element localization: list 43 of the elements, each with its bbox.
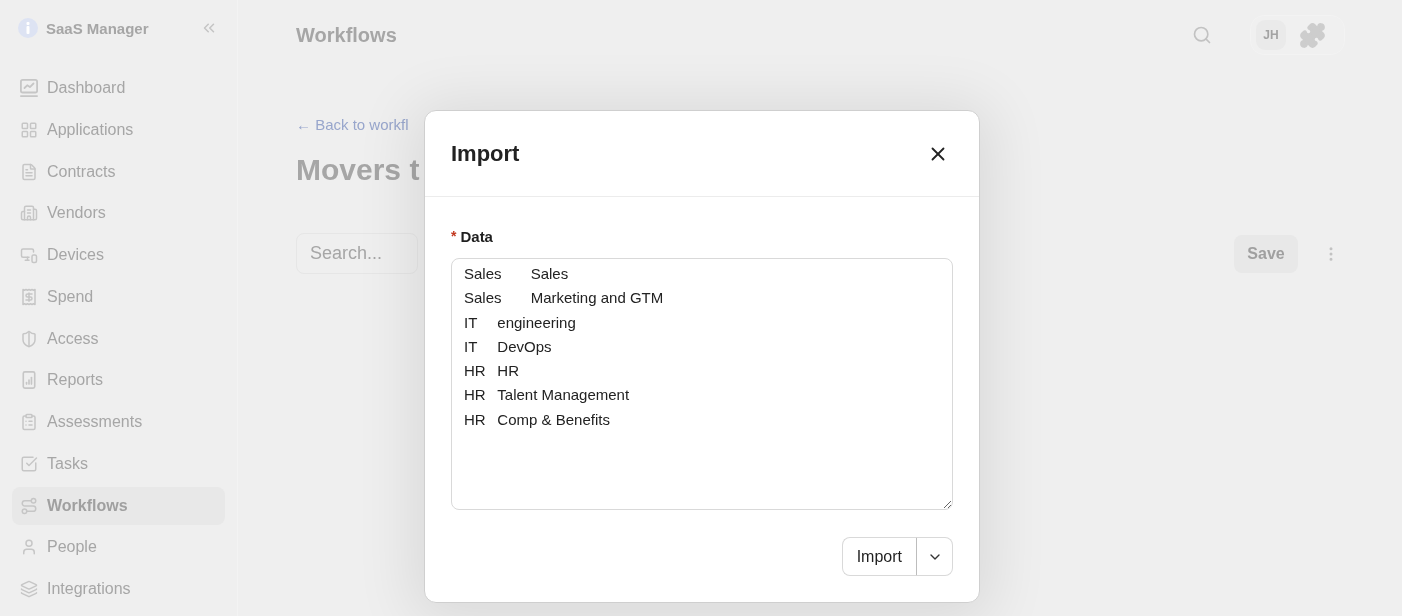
sidebar-item[interactable]: Reports	[12, 361, 225, 400]
data-textarea[interactable]: Sales Sales Sales Marketing and GTM IT engineering IT DevOps HR HR HR Talent Management HR Comp & Benefits	[451, 258, 953, 510]
sidebar-item[interactable]: Workflows	[12, 486, 225, 525]
grid-icon	[20, 120, 38, 139]
devices-icon	[20, 246, 38, 264]
sidebar-item[interactable]: Assessments	[12, 403, 225, 441]
sidebar-item[interactable]: Contracts	[12, 152, 225, 191]
field-label: Data	[460, 227, 493, 245]
person-icon	[20, 538, 38, 557]
shield-icon	[20, 329, 38, 348]
dropdown-button[interactable]	[916, 537, 953, 576]
sidebar-item[interactable]: People	[12, 528, 225, 567]
sidebar-item[interactable]: Access	[12, 319, 225, 358]
app-name: SaaS Manager	[46, 19, 149, 37]
sidebar-item[interactable]: Vendors	[12, 194, 225, 233]
sidebar-item[interactable]: Dashboard	[12, 69, 225, 107]
sidebar-item[interactable]: Devices	[12, 236, 225, 274]
required-mark: *	[451, 227, 457, 245]
sidebar-item[interactable]: Tasks	[12, 444, 225, 483]
document-chart-icon	[20, 371, 38, 390]
monitor-chart-icon	[20, 79, 38, 97]
dialog-title: Import	[451, 140, 520, 167]
back-link[interactable]: ← Back to workfl	[296, 116, 409, 134]
workflow-title: Movers t	[296, 152, 420, 188]
sidebar-item[interactable]: Applications	[12, 110, 225, 149]
layers-icon	[20, 580, 38, 598]
save-button[interactable]: Save	[1234, 234, 1298, 273]
sidebar-item[interactable]: Integrations	[12, 570, 225, 608]
clipboard-icon	[20, 413, 38, 431]
checkbox-icon	[20, 454, 38, 473]
user-menu-button[interactable]: JH	[1250, 15, 1345, 55]
building-icon	[20, 204, 38, 223]
puzzle-icon	[1299, 21, 1326, 49]
import-button[interactable]: Import	[841, 537, 916, 576]
avatar: JH	[1256, 20, 1286, 50]
receipt-icon	[20, 287, 38, 306]
route-icon	[20, 496, 38, 515]
sidebar-item[interactable]: Spend	[12, 277, 225, 316]
search-icon[interactable]	[1192, 25, 1212, 45]
search-field[interactable]: Search...	[296, 233, 418, 274]
logo-icon	[18, 18, 38, 38]
document-icon	[20, 162, 38, 181]
page-heading: Workflows	[296, 23, 397, 47]
